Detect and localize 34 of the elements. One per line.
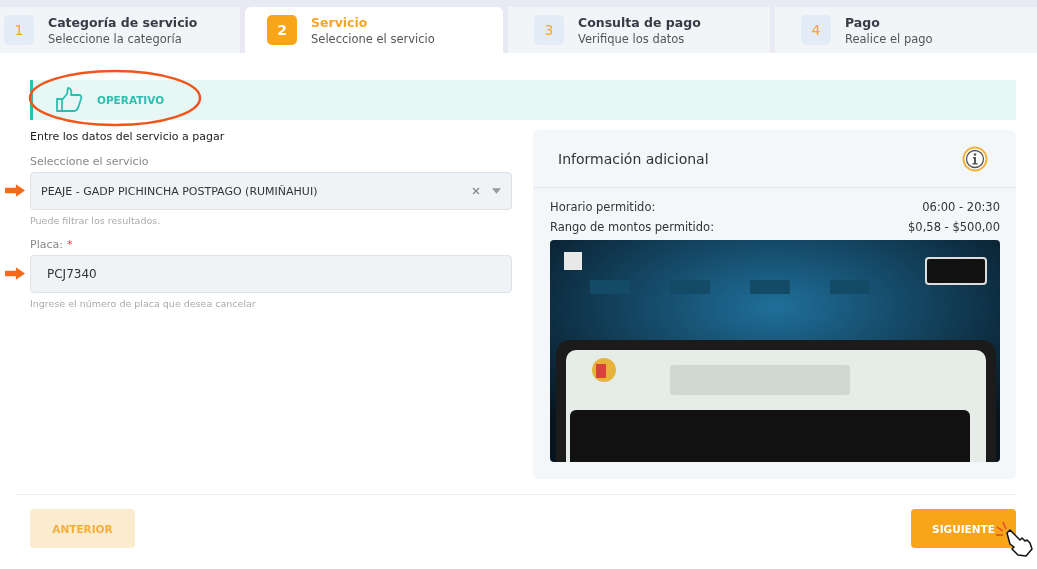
field-hint: Puede filtrar los resultados. — [30, 215, 162, 226]
step-subtitle: Seleccione el servicio — [311, 31, 435, 46]
field-label: Placa: — [30, 238, 63, 251]
step-title: Categoría de servicio — [48, 14, 198, 30]
step-tab[interactable]: 1 Categoría de servicio Seleccione la categoría — [0, 7, 240, 53]
step-tab[interactable]: 2 Servicio Seleccione el servicio — [245, 7, 503, 53]
step-title: Servicio — [311, 14, 369, 30]
form-heading: Entre los datos del servicio a pagar — [30, 130, 226, 143]
info-label: Horario permitido: — [550, 200, 656, 214]
step-number: 2 — [267, 15, 297, 45]
step-number: 3 — [534, 15, 564, 45]
caret-icon — [492, 188, 501, 194]
field-label: Seleccione el servicio — [30, 155, 149, 168]
step-number: 4 — [801, 15, 831, 45]
info-value: $0,58 - $500,00 — [908, 220, 1000, 234]
step-subtitle: Verifique los datos — [578, 31, 686, 46]
info-value: 06:00 - 20:30 — [922, 200, 1000, 214]
step-subtitle: Realice el pago — [845, 31, 933, 46]
card-title: Información adicional — [558, 150, 709, 167]
plate-input-field[interactable]: PCJ7340 — [30, 255, 512, 293]
thumbs-up-icon — [55, 86, 83, 114]
status-label: OPERATIVO — [97, 94, 165, 106]
info-label: Rango de montos permitido: — [550, 220, 715, 234]
field-hint: Ingrese el número de placa que desea cancelar — [30, 298, 257, 309]
step-tab[interactable]: 4 Pago Realice el pago — [775, 7, 1037, 53]
step-tab[interactable]: 3 Consulta de pago Verifique los datos — [508, 7, 770, 53]
required-mark: * — [66, 238, 73, 251]
step-title: Pago — [845, 14, 881, 30]
clear-icon[interactable] — [472, 187, 480, 195]
service-select[interactable]: PEAJE - GADP PICHINCHA POSTPAGO (RUMIÑAHUI) — [30, 172, 512, 210]
step-subtitle: Seleccione la categoría — [48, 31, 183, 46]
step-title: Consulta de pago — [578, 14, 701, 30]
step-number: 1 — [4, 15, 34, 45]
info-icon — [962, 145, 988, 172]
